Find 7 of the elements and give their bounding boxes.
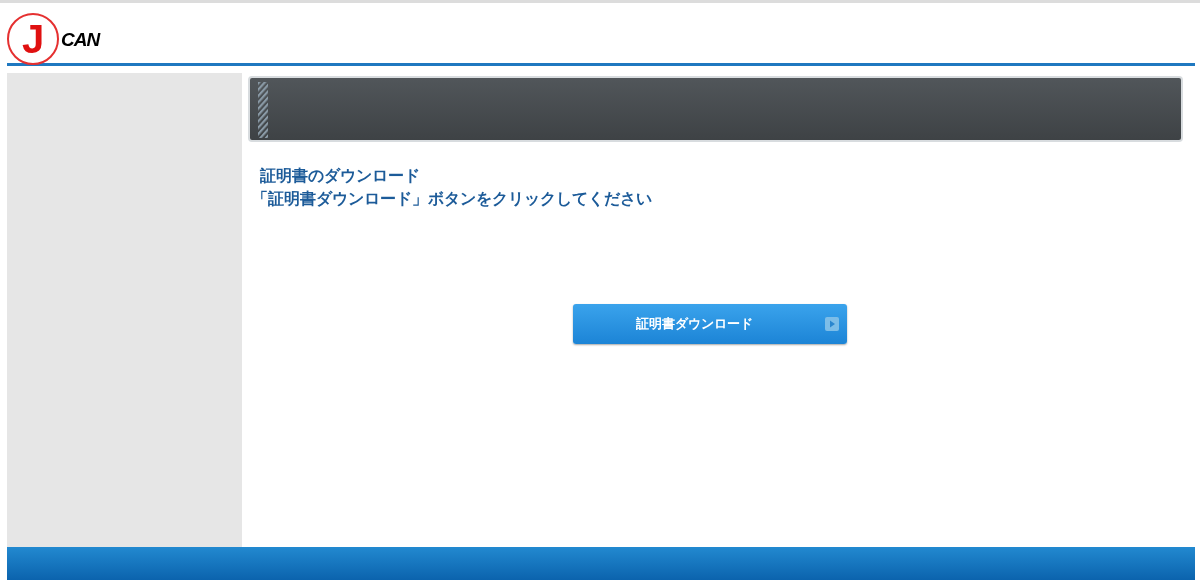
logo-text: CAN [61,29,100,51]
play-icon [824,317,839,331]
download-button[interactable]: 証明書ダウンロード [572,304,847,344]
heading: 証明書のダウンロード [260,165,421,187]
logo-mark: J [7,13,59,65]
stripe-icon [258,82,268,138]
instruction-text: 「証明書ダウンロード」ボタンをクリックしてください [252,188,653,210]
